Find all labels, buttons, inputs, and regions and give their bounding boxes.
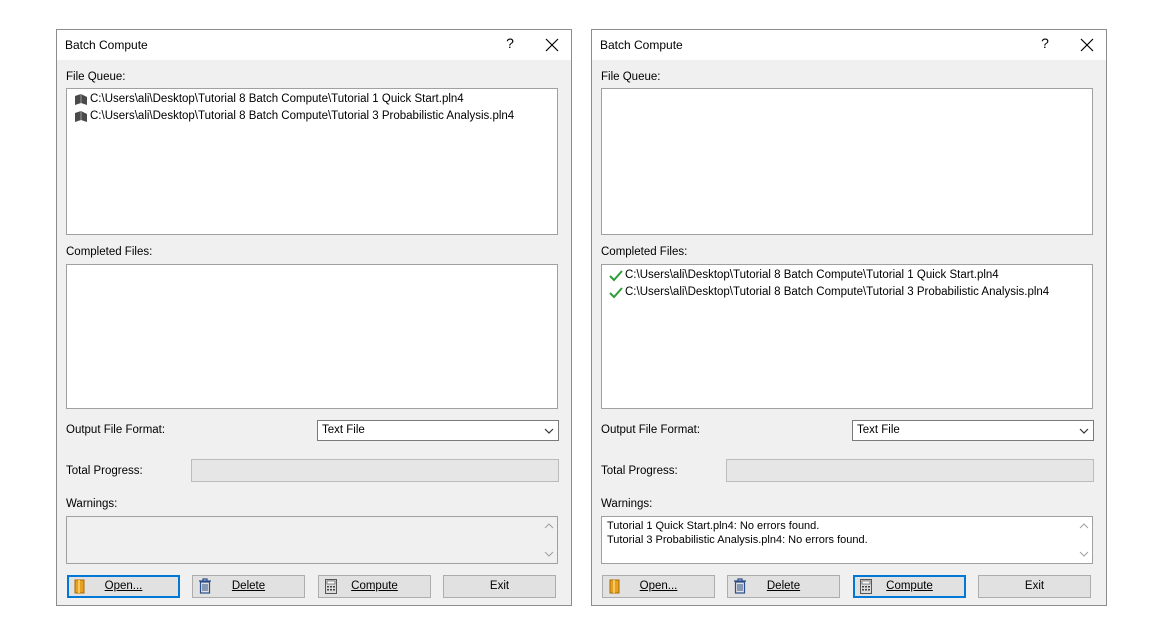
list-item[interactable]: C:\Users\ali\Desktop\Tutorial 8 Batch Co… [67,91,557,108]
output-format-value: Text File [857,424,900,436]
dialog-title: Batch Compute [600,38,683,52]
total-progress-label: Total Progress: [601,465,678,477]
scroll-down-icon[interactable] [544,550,554,558]
exit-button-label: Exit [1024,580,1045,592]
file-path: C:\Users\ali\Desktop\Tutorial 8 Batch Co… [90,93,464,105]
checkmark-icon [609,286,623,298]
completed-files-list[interactable] [66,264,558,409]
exit-button[interactable]: Exit [978,575,1091,598]
file-path: C:\Users\ali\Desktop\Tutorial 8 Batch Co… [90,110,515,122]
warning-line: Tutorial 3 Probabilistic Analysis.pln4: … [607,533,868,546]
batch-compute-dialog: Batch Compute ? File Queue: C:\Users\ali… [56,29,572,606]
completed-files-label: Completed Files: [66,246,153,258]
compute-button-label: Compute [351,580,398,592]
close-icon[interactable] [541,34,563,56]
list-item[interactable]: C:\Users\ali\Desktop\Tutorial 8 Batch Co… [67,108,557,125]
open-button[interactable]: Open... [602,575,715,598]
file-queue-list[interactable] [601,88,1093,235]
pending-file-icon [75,110,87,122]
warnings-box[interactable] [66,516,558,564]
file-path: C:\Users\ali\Desktop\Tutorial 8 Batch Co… [625,286,1050,298]
output-format-label: Output File Format: [66,424,166,436]
scroll-up-icon[interactable] [544,522,554,530]
help-button[interactable]: ? [1038,35,1052,51]
help-button[interactable]: ? [503,35,517,51]
completed-files-list[interactable]: C:\Users\ali\Desktop\Tutorial 8 Batch Co… [601,264,1093,409]
chevron-down-icon [544,428,554,434]
completed-files-label: Completed Files: [601,246,688,258]
exit-button-label: Exit [489,580,510,592]
total-progress-bar [726,459,1094,482]
compute-button-label: Compute [886,580,933,592]
output-format-select[interactable]: Text File [852,420,1094,441]
delete-button[interactable]: Delete [727,575,840,598]
warning-line: Tutorial 1 Quick Start.pln4: No errors f… [607,520,820,532]
dialog-title: Batch Compute [65,38,148,52]
title-bar: Batch Compute ? [57,30,571,60]
title-bar: Batch Compute ? [592,30,1106,60]
warnings-text: Tutorial 1 Quick Start.pln4: No errors f… [607,520,868,547]
list-item[interactable]: C:\Users\ali\Desktop\Tutorial 8 Batch Co… [602,267,1092,284]
delete-button[interactable]: Delete [192,575,305,598]
open-button-label: Open... [104,580,143,592]
warnings-box[interactable]: Tutorial 1 Quick Start.pln4: No errors f… [601,516,1093,564]
open-button[interactable]: Open... [67,575,180,598]
warnings-label: Warnings: [601,498,653,510]
delete-button-label: Delete [231,580,266,592]
warnings-scrollbar[interactable] [1076,517,1092,563]
open-button-label: Open... [639,580,678,592]
exit-button[interactable]: Exit [443,575,556,598]
file-queue-label: File Queue: [66,71,126,83]
close-icon[interactable] [1076,34,1098,56]
output-format-select[interactable]: Text File [317,420,559,441]
file-queue-label: File Queue: [601,71,661,83]
chevron-down-icon [1079,428,1089,434]
scroll-up-icon[interactable] [1079,522,1089,530]
file-queue-list[interactable]: C:\Users\ali\Desktop\Tutorial 8 Batch Co… [66,88,558,235]
compute-button[interactable]: Compute [853,575,966,598]
checkmark-icon [609,269,623,281]
warnings-label: Warnings: [66,498,118,510]
warnings-scrollbar[interactable] [541,517,557,563]
file-path: C:\Users\ali\Desktop\Tutorial 8 Batch Co… [625,269,999,281]
batch-compute-dialog: Batch Compute ? File Queue: Completed Fi… [591,29,1107,606]
scroll-down-icon[interactable] [1079,550,1089,558]
pending-file-icon [75,93,87,105]
list-item[interactable]: C:\Users\ali\Desktop\Tutorial 8 Batch Co… [602,284,1092,301]
output-format-label: Output File Format: [601,424,701,436]
output-format-value: Text File [322,424,365,436]
total-progress-bar [191,459,559,482]
delete-button-label: Delete [766,580,801,592]
total-progress-label: Total Progress: [66,465,143,477]
compute-button[interactable]: Compute [318,575,431,598]
